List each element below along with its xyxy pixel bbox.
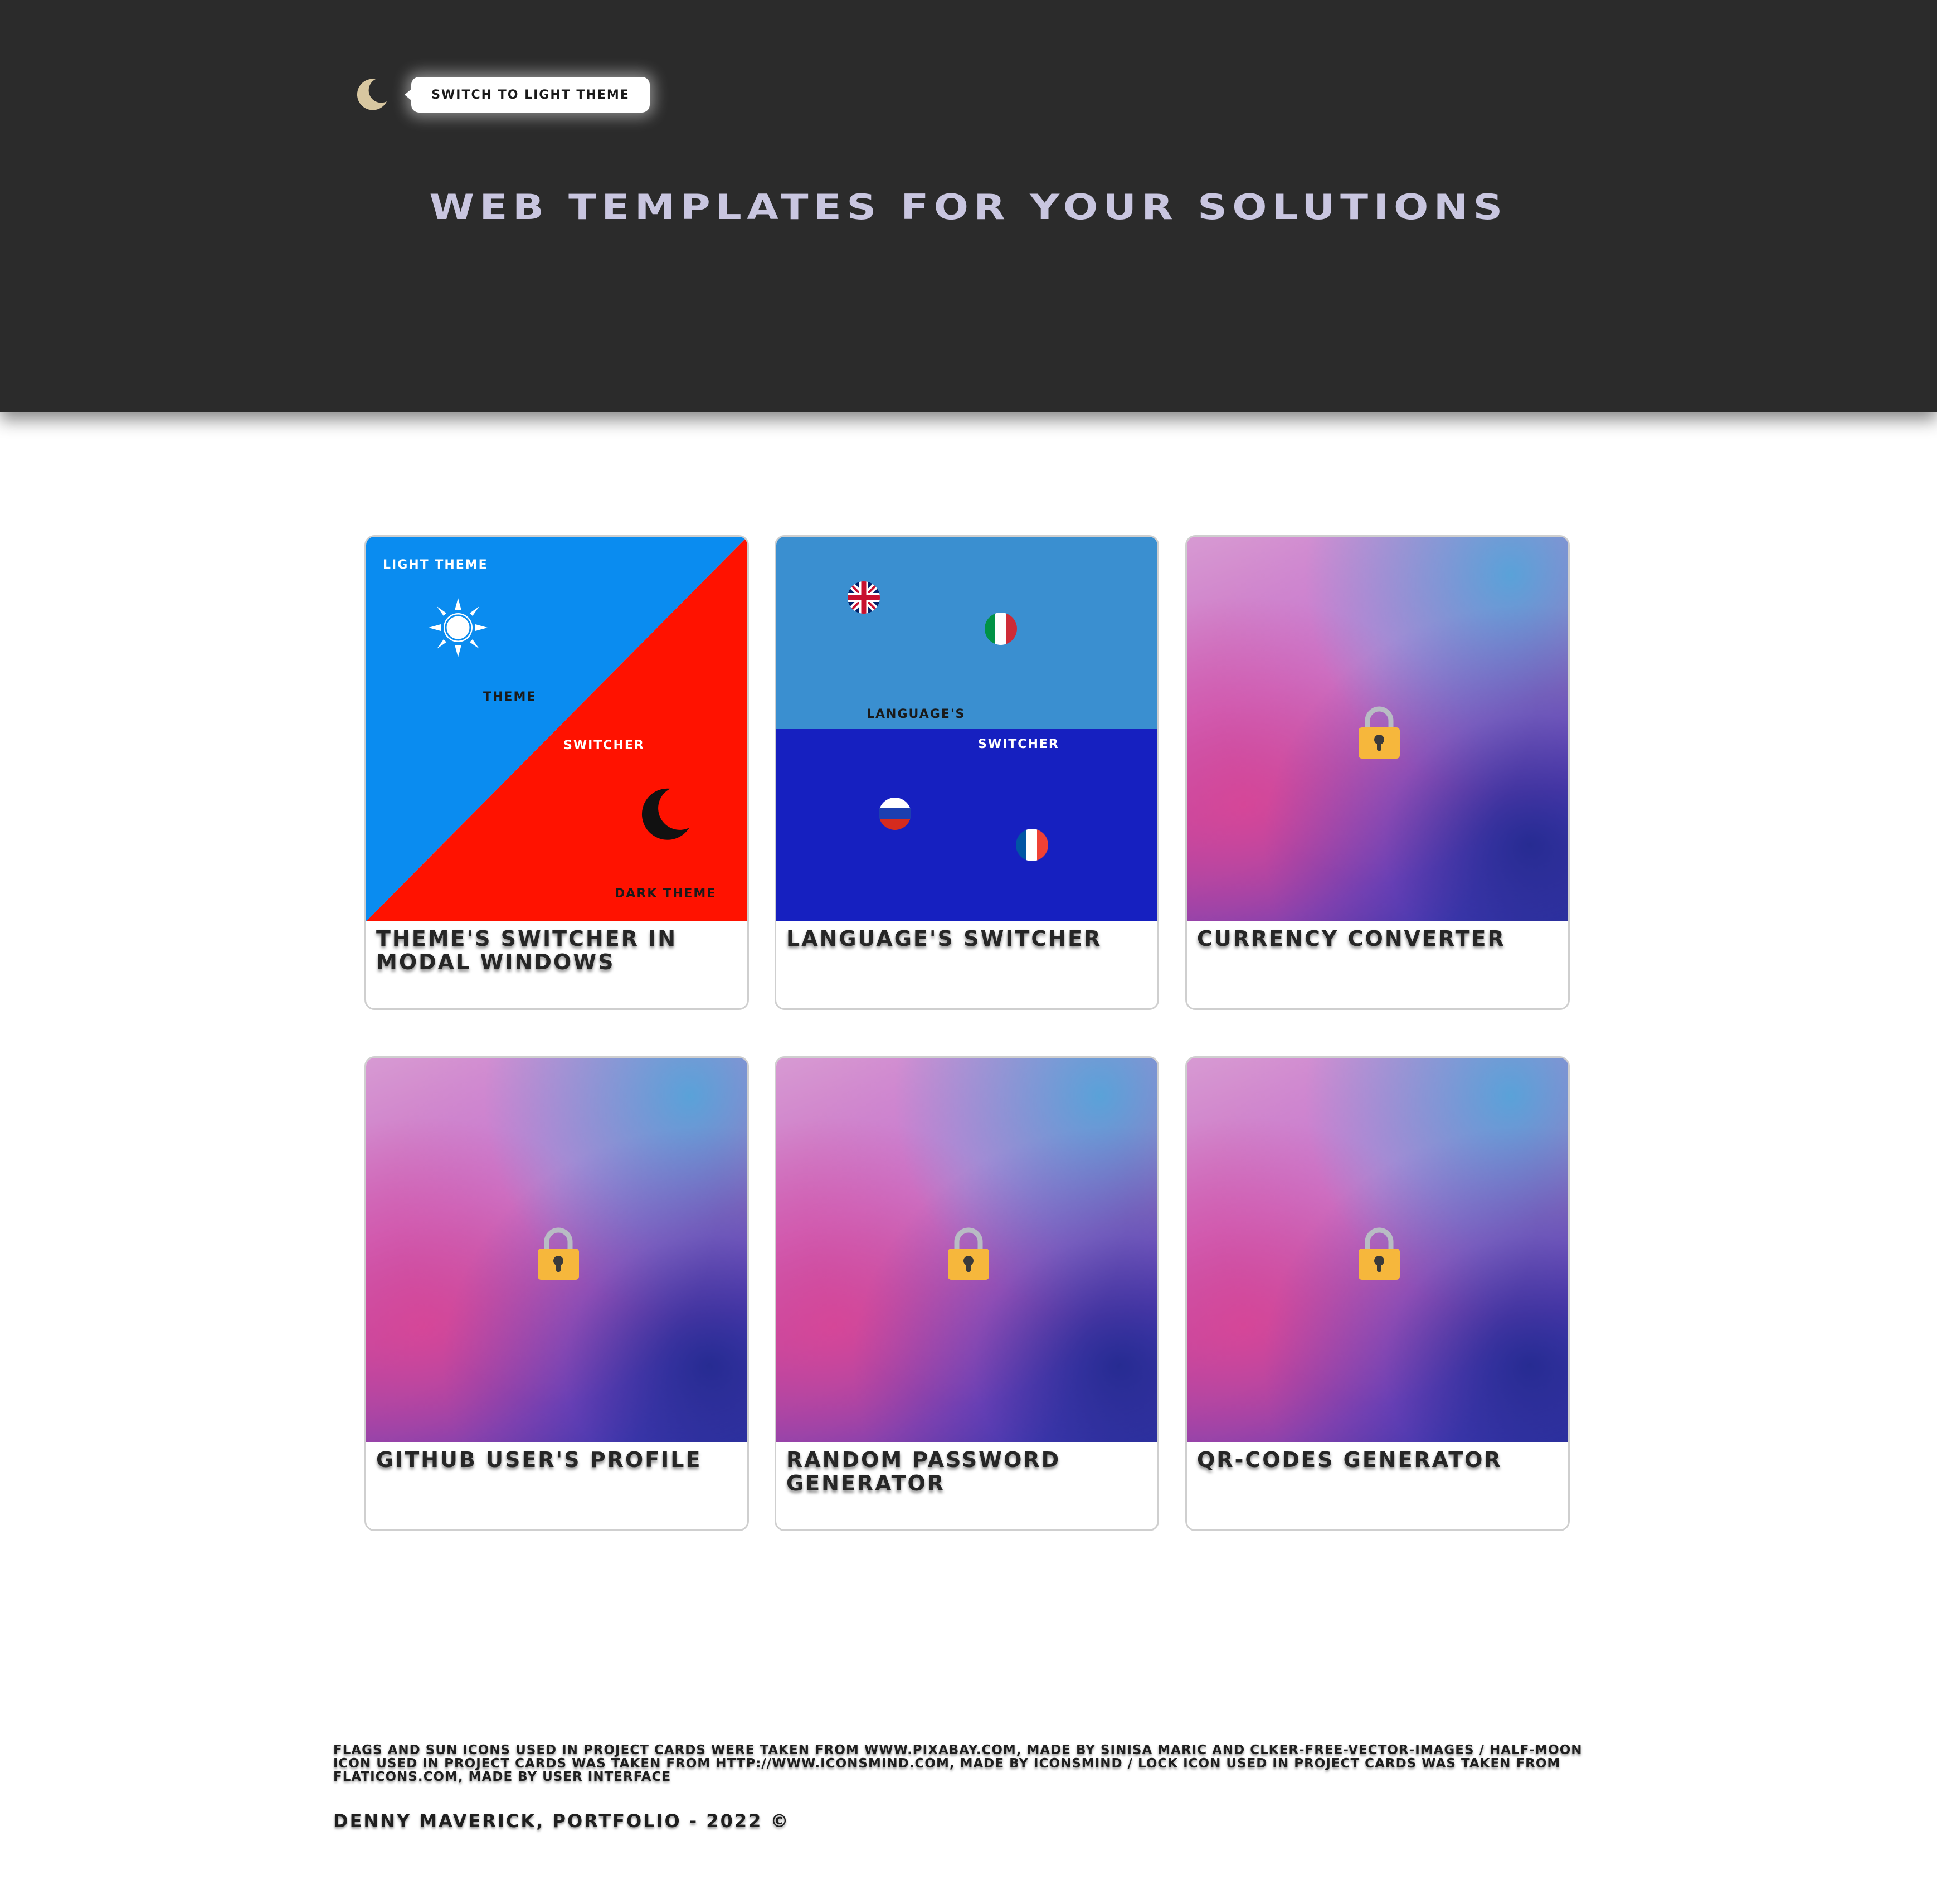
light-theme-label: LIGHT THEME [383,558,488,572]
switcher-label: SWITCHER [978,737,1059,751]
theme-label: THEME [483,690,537,704]
france-flag-icon [1016,829,1048,861]
project-card-password-generator[interactable]: RANDOM PASSWORD GENERATOR [775,1056,1159,1531]
project-card-qr-generator[interactable]: QR-CODES GENERATOR [1185,1056,1570,1531]
project-card-language-switcher[interactable]: LANGUAGE'S SWITCHER LANGUAGE'S SWITCHER [775,535,1159,1010]
languages-label: LANGUAGE'S [867,707,966,721]
page-header: SWITCH TO LIGHT THEME WEB TEMPLATES FOR … [0,0,1937,412]
italy-flag-icon [985,613,1017,645]
sun-icon [427,597,489,658]
dark-theme-label: DARK THEME [615,887,717,901]
card-title: RANDOM PASSWORD GENERATOR [786,1448,1061,1495]
card-title: GITHUB USER'S PROFILE [376,1448,702,1472]
card-title: THEME'S SWITCHER IN MODAL WINDOWS [376,926,678,974]
card-thumbnail [366,1058,747,1442]
russia-flag-icon [879,798,911,830]
uk-flag-icon [848,581,880,614]
lock-icon [947,1225,990,1281]
card-title: CURRENCY CONVERTER [1197,926,1506,951]
card-title: QR-CODES GENERATOR [1197,1448,1502,1472]
card-title: LANGUAGE'S SWITCHER [786,926,1102,951]
card-thumbnail [1187,1058,1568,1442]
switcher-label: SWITCHER [563,739,645,752]
page-title: WEB TEMPLATES FOR YOUR SOLUTIONS [429,187,1508,227]
lock-icon [537,1225,580,1281]
card-thumbnail [776,1058,1157,1442]
icon-credits: FLAGS AND SUN ICONS USED IN PROJECT CARD… [333,1743,1583,1784]
project-card-github-profile[interactable]: GITHUB USER'S PROFILE [364,1056,749,1531]
copyright: DENNY MAVERICK, PORTFOLIO - 2022 © [333,1810,790,1832]
card-thumbnail: LIGHT THEME THEME SWITCHER DARK THEME [366,537,747,921]
card-thumbnail [1187,537,1568,921]
project-card-theme-switcher[interactable]: LIGHT THEME THEME SWITCHER DARK THEME TH… [364,535,749,1010]
lock-icon [1357,1225,1401,1281]
project-card-currency-converter[interactable]: CURRENCY CONVERTER [1185,535,1570,1010]
half-moon-icon [638,786,692,842]
card-thumbnail: LANGUAGE'S SWITCHER [776,537,1157,921]
half-moon-icon[interactable] [357,77,388,111]
theme-switch-tooltip[interactable]: SWITCH TO LIGHT THEME [405,77,650,113]
lock-icon [1357,704,1401,760]
